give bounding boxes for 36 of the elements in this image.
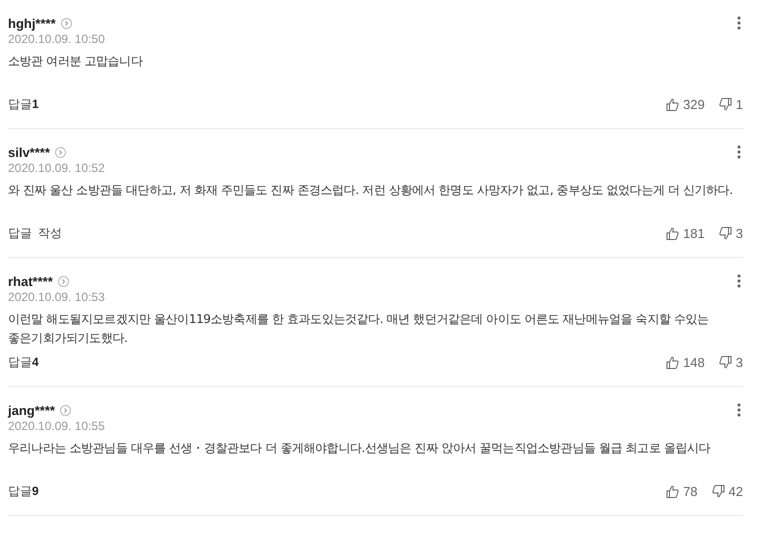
dislike-button[interactable]: 1 — [718, 97, 743, 112]
username[interactable]: jang**** — [8, 402, 55, 418]
more-icon[interactable] — [737, 403, 741, 417]
dislike-button[interactable]: 3 — [718, 226, 743, 241]
comment-date: 2020.10.09. 10:53 — [8, 290, 106, 304]
comment-text: 소방관 여러분 고맙습니다 — [8, 53, 144, 70]
username[interactable]: hghj**** — [8, 16, 56, 30]
comment-date: 2020.10.09. 10:55 — [8, 419, 106, 433]
dislike-button[interactable]: 3 — [718, 355, 743, 370]
more-icon[interactable] — [737, 16, 741, 30]
dislike-button[interactable]: 42 — [712, 484, 743, 499]
like-button[interactable]: 181 — [666, 226, 705, 241]
thumbs-down-icon — [718, 98, 732, 111]
username[interactable]: silv**** — [8, 144, 50, 160]
thumbs-up-icon — [666, 227, 680, 240]
comment-text: 와 진짜 울산 소방관들 대단하고, 저 화재 주민들도 진짜 존경스럽다. 저런 상황에서 한명도 사망자가 없고, 중부상도 없었다는게 더 신기하다. — [8, 182, 734, 199]
comment-text: 이런말 해도될지모르겠지만 울산이119소방축제를 한 효과도있는것같다. 매년 했던거같은데 아이도 어른도 재난메뉴얼을 숙지할 수있는 좋은기회가되기도했다. — [8, 311, 710, 347]
like-button[interactable]: 78 — [666, 484, 698, 499]
thumbs-up-icon — [666, 356, 680, 369]
reply-button[interactable]: 답글1 — [8, 96, 39, 113]
thumbs-down-icon — [712, 485, 725, 498]
more-icon[interactable] — [737, 274, 741, 288]
reply-button[interactable]: 답글 작성 — [8, 225, 62, 242]
comment-date: 2020.10.09. 10:50 — [8, 32, 106, 46]
comment-date: 2020.10.09. 10:52 — [8, 161, 106, 175]
thumbs-up-icon — [666, 98, 680, 111]
thumbs-down-icon — [718, 227, 732, 240]
thumbs-up-icon — [666, 485, 680, 498]
like-button[interactable]: 148 — [666, 355, 705, 370]
reply-button[interactable]: 답글9 — [8, 483, 39, 500]
thumbs-down-icon — [718, 356, 732, 369]
more-icon[interactable] — [737, 145, 741, 159]
comment-text: 우리나라는 소방관님들 대우를 선생・경찰관보다 더 좋게해야합니다.선생님은 진짜 앉아서 꿀먹는직업소방관님들 월급 최고로 올립시다 — [8, 440, 712, 457]
username[interactable]: rhat**** — [8, 274, 53, 288]
reply-button[interactable]: 답글4 — [8, 354, 39, 371]
like-button[interactable]: 329 — [666, 97, 705, 112]
